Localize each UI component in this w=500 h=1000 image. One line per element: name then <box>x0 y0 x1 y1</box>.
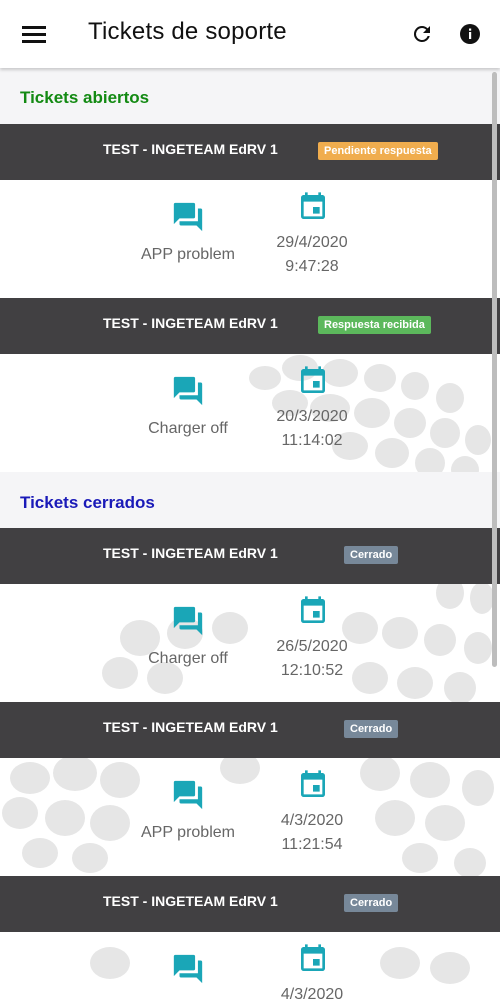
page-title: Tickets de soporte <box>88 18 287 45</box>
info-icon[interactable] <box>458 22 482 46</box>
refresh-icon[interactable] <box>410 22 434 46</box>
section-header-open: Tickets abiertos <box>0 68 500 124</box>
section-header-closed: Tickets cerrados <box>0 472 500 528</box>
ticket-body[interactable]: APP problem 4/3/2020 11:21:54 <box>0 758 500 876</box>
ticket-title: TEST - INGETEAM EdRV 1 <box>103 893 278 909</box>
ticket-header[interactable]: TEST - INGETEAM EdRV 1 Cerrado <box>0 876 500 932</box>
status-badge: Cerrado <box>344 894 399 912</box>
forum-icon <box>173 780 203 810</box>
ticket-time: 11:21:54 <box>281 836 343 853</box>
ticket-date: 4/3/2020 <box>280 812 344 829</box>
calendar-icon <box>301 192 325 219</box>
ticket-title: TEST - INGETEAM EdRV 1 <box>103 141 278 157</box>
calendar-icon <box>301 770 325 797</box>
ticket-time: 9:47:28 <box>285 258 339 275</box>
section-title-closed: Tickets cerrados <box>20 493 155 512</box>
ticket-date: 26/5/2020 <box>276 638 348 655</box>
calendar-icon <box>301 596 325 623</box>
forum-icon <box>173 954 203 984</box>
ticket-body[interactable]: Charger off 26/5/2020 12:10:52 <box>0 584 500 702</box>
calendar-icon <box>301 944 325 971</box>
ticket-subject: APP problem <box>141 246 235 263</box>
ticket-date: 29/4/2020 <box>276 234 348 251</box>
ticket-body[interactable]: 4/3/2020 <box>0 932 500 1000</box>
ticket-list: Tickets abiertos TEST - INGETEAM EdRV 1 … <box>0 68 500 1000</box>
status-badge: Cerrado <box>344 546 399 564</box>
ticket-title: TEST - INGETEAM EdRV 1 <box>103 545 278 561</box>
ticket-subject: APP problem <box>141 824 235 841</box>
forum-icon <box>173 202 203 232</box>
ticket-body[interactable]: Charger off 20/3/2020 11:14:02 <box>0 354 500 472</box>
section-title-open: Tickets abiertos <box>20 88 150 107</box>
ticket-header[interactable]: TEST - INGETEAM EdRV 1 Cerrado <box>0 528 500 584</box>
calendar-icon <box>301 366 325 393</box>
ticket-title: TEST - INGETEAM EdRV 1 <box>103 315 278 331</box>
status-badge: Respuesta recibida <box>318 316 431 334</box>
ticket-header[interactable]: TEST - INGETEAM EdRV 1 Pendiente respues… <box>0 124 500 180</box>
menu-icon[interactable] <box>22 24 46 44</box>
forum-icon <box>173 606 203 636</box>
app-bar: Tickets de soporte <box>0 0 500 68</box>
ticket-date: 20/3/2020 <box>276 408 348 425</box>
status-badge: Pendiente respuesta <box>318 142 438 160</box>
ticket-time: 12:10:52 <box>280 662 344 679</box>
forum-icon <box>173 376 203 406</box>
ticket-subject: Charger off <box>148 650 228 667</box>
ticket-time: 11:14:02 <box>281 432 343 449</box>
ticket-header[interactable]: TEST - INGETEAM EdRV 1 Cerrado <box>0 702 500 758</box>
ticket-header[interactable]: TEST - INGETEAM EdRV 1 Respuesta recibid… <box>0 298 500 354</box>
ticket-subject: Charger off <box>148 420 228 437</box>
ticket-title: TEST - INGETEAM EdRV 1 <box>103 719 278 735</box>
ticket-body[interactable]: APP problem 29/4/2020 9:47:28 <box>0 180 500 298</box>
status-badge: Cerrado <box>344 720 399 738</box>
scrollbar[interactable] <box>492 72 497 667</box>
ticket-date: 4/3/2020 <box>280 986 344 1000</box>
